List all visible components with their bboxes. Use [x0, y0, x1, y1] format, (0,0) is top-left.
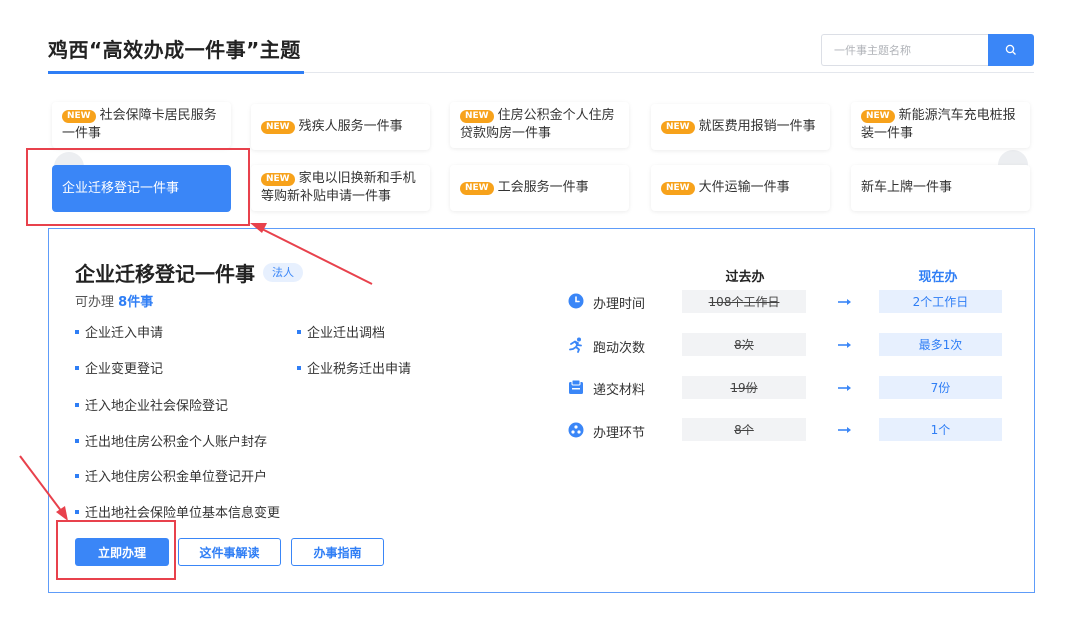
list-item-text: 企业变更登记 — [85, 362, 164, 377]
new-badge: NEW — [661, 182, 695, 195]
now-column-header: 现在办 — [918, 270, 958, 285]
topic-card-large-transport[interactable]: NEW 大件运输一件事 — [651, 165, 830, 211]
topic-card-housing-fund[interactable]: NEW 住房公积金个人住房贷款购房一件事 — [450, 102, 629, 148]
category-tag: 法人 — [263, 263, 303, 282]
list-item-text: 迁入地住房公积金单位登记开户 — [85, 470, 268, 485]
topic-card-ev-charging[interactable]: NEW 新能源汽车充电桩报装一件事 — [851, 102, 1030, 148]
topic-card-disabled-services[interactable]: NEW 残疾人服务一件事 — [251, 104, 430, 150]
arrow-right-icon — [838, 427, 851, 433]
topic-card-social-security[interactable]: NEW 社会保障卡居民服务一件事 — [52, 102, 231, 148]
now-value-materials: 7份 — [879, 376, 1002, 399]
topic-label: 住房公积金个人住房 — [497, 108, 615, 123]
topic-label: 残疾人服务一件事 — [298, 119, 403, 134]
topic-label: 家电以旧换新和手机 — [298, 171, 416, 186]
new-badge: NEW — [261, 173, 295, 186]
bullet-icon — [75, 402, 79, 407]
list-item-text: 企业迁入申请 — [85, 326, 164, 341]
bullet-icon — [75, 365, 79, 370]
topic-card-medical-reimbursement[interactable]: NEW 就医费用报销一件事 — [651, 104, 830, 150]
bullet-icon — [297, 365, 301, 370]
row-label-time: 办理时间 — [593, 297, 646, 312]
past-value-materials: 19份 — [682, 376, 806, 399]
topic-card-appliance-tradein[interactable]: NEW 家电以旧换新和手机等购新补贴申请一件事 — [251, 165, 430, 211]
list-item: 企业变更登记 — [75, 358, 163, 377]
bullet-icon — [75, 329, 79, 334]
list-item: 迁入地住房公积金单位登记开户 — [75, 466, 267, 485]
arrow-right-icon — [838, 299, 851, 305]
now-value-time: 2个工作日 — [879, 290, 1002, 313]
list-item-text: 迁入地企业社会保险登记 — [85, 399, 229, 414]
page-title: 鸡西“高效办成一件事”主题 — [48, 38, 301, 62]
new-badge: NEW — [62, 110, 96, 123]
explain-button[interactable]: 这件事解读 — [178, 538, 281, 566]
topic-label: 装一件事 — [861, 126, 914, 141]
list-item: 迁入地企业社会保险登记 — [75, 395, 228, 414]
row-label-steps: 办理环节 — [593, 426, 646, 441]
bullet-icon — [297, 329, 301, 334]
search-button[interactable] — [988, 34, 1034, 66]
topic-label: 大件运输一件事 — [698, 180, 790, 195]
new-badge: NEW — [661, 121, 695, 134]
new-badge: NEW — [460, 182, 494, 195]
list-item-text: 企业税务迁出申请 — [307, 362, 412, 377]
search-icon — [1005, 44, 1016, 55]
topic-label: 新车上牌一件事 — [861, 180, 953, 195]
topic-label: 就医费用报销一件事 — [698, 119, 816, 134]
count-prefix: 可办理 — [75, 295, 115, 310]
list-item: 企业迁入申请 — [75, 322, 163, 341]
count-value: 8件事 — [118, 295, 154, 310]
steps-icon — [568, 422, 584, 438]
now-value-trips: 最多1次 — [879, 333, 1002, 356]
list-item-text: 迁出地社会保险单位基本信息变更 — [85, 506, 281, 521]
now-value-steps: 1个 — [879, 418, 1002, 441]
search-input[interactable] — [821, 34, 988, 66]
topic-label: 一件事 — [62, 126, 102, 141]
annotation-highlight-box — [56, 520, 176, 580]
past-column-header: 过去办 — [725, 270, 765, 285]
topic-label: 工会服务一件事 — [497, 180, 589, 195]
running-icon — [569, 337, 582, 353]
detail-title: 企业迁移登记一件事 — [75, 262, 255, 286]
new-badge: NEW — [261, 121, 295, 134]
past-value-steps: 8个 — [682, 418, 806, 441]
row-label-materials: 递交材料 — [593, 383, 646, 398]
list-item-text: 迁出地住房公积金个人账户封存 — [85, 435, 268, 450]
arrow-right-icon — [838, 385, 851, 391]
past-value-time: 108个工作日 — [682, 290, 806, 313]
topic-label: 贷款购房一件事 — [460, 126, 552, 141]
item-count: 可办理 8件事 — [75, 291, 153, 310]
guide-button[interactable]: 办事指南 — [291, 538, 384, 566]
topic-label: 社会保障卡居民服务 — [99, 108, 217, 123]
topic-label: 新能源汽车充电桩报 — [898, 108, 1016, 123]
past-value-trips: 8次 — [682, 333, 806, 356]
clock-icon — [568, 293, 584, 309]
row-label-trips: 跑动次数 — [593, 341, 646, 356]
arrow-right-icon — [838, 342, 851, 348]
folder-icon — [569, 379, 583, 394]
new-badge: NEW — [460, 110, 494, 123]
list-item: 迁出地住房公积金个人账户封存 — [75, 431, 267, 450]
list-item: 企业税务迁出申请 — [297, 358, 411, 377]
bullet-icon — [75, 473, 79, 478]
topic-label: 等购新补贴申请一件事 — [261, 189, 392, 204]
title-underline — [48, 71, 304, 74]
list-item-text: 企业迁出调档 — [307, 326, 386, 341]
list-item: 企业迁出调档 — [297, 322, 385, 341]
list-item: 迁出地社会保险单位基本信息变更 — [75, 502, 280, 521]
topic-card-new-car-plate[interactable]: 新车上牌一件事 — [851, 165, 1030, 211]
new-badge: NEW — [861, 110, 895, 123]
bullet-icon — [75, 509, 79, 514]
topic-card-union-services[interactable]: NEW 工会服务一件事 — [450, 165, 629, 211]
bullet-icon — [75, 438, 79, 443]
annotation-highlight-box — [26, 148, 250, 226]
